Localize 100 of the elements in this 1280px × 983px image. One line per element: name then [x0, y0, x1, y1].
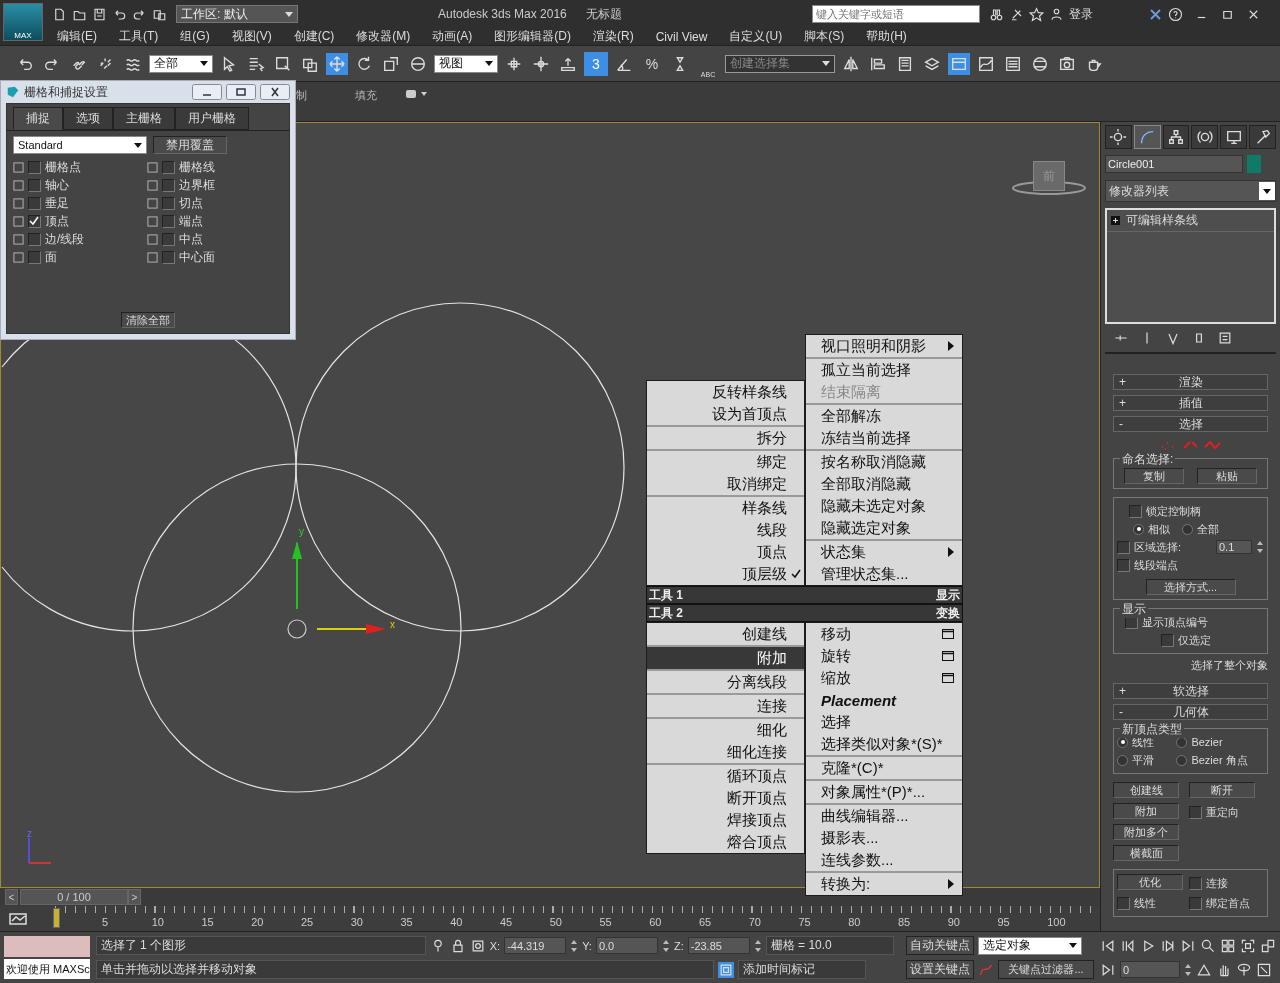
menu-item[interactable]: 脚本(S) — [793, 28, 856, 45]
dialog-tab[interactable]: 用户栅格 — [175, 107, 249, 130]
time-slider-thumb[interactable]: 0 / 100 — [20, 889, 128, 905]
panel-button[interactable]: 附加 — [1113, 803, 1179, 819]
checkbox[interactable] — [1117, 540, 1130, 554]
menu-item[interactable]: 反转样条线 — [647, 381, 804, 403]
curve-toggle-icon[interactable] — [8, 912, 28, 926]
dialog-tab[interactable]: 捕捉 — [13, 107, 63, 130]
new-file-icon[interactable] — [52, 6, 67, 22]
help-icon[interactable] — [1167, 6, 1183, 22]
ribbon-options-icon[interactable] — [405, 88, 429, 100]
coordinate-dropdown[interactable]: 视图 — [434, 54, 498, 73]
rollout-header[interactable]: + 软选择 — [1113, 683, 1268, 699]
checkbox[interactable] — [28, 214, 41, 228]
checkbox[interactable] — [162, 232, 175, 246]
menu-item[interactable]: 编辑(E) — [46, 28, 108, 45]
menu-item[interactable]: 孤立当前选择 — [806, 359, 962, 381]
panel-tab[interactable] — [1105, 125, 1132, 149]
next-frame-icon[interactable] — [1160, 937, 1176, 954]
menu-item[interactable]: 状态集 — [806, 541, 962, 563]
preset-dropdown[interactable]: Standard — [13, 136, 147, 154]
ribbon-toggle-icon[interactable] — [948, 52, 970, 75]
checkbox[interactable] — [162, 196, 175, 210]
key-filters-button[interactable]: 关键点过滤器... — [998, 960, 1094, 979]
panel-button[interactable]: 粘贴 — [1197, 468, 1258, 484]
radio-button[interactable] — [1133, 523, 1144, 535]
menu-item[interactable]: 修改器(M) — [345, 28, 422, 45]
object-name-field[interactable]: Circle001 — [1105, 155, 1243, 173]
zoom-extents-icon[interactable] — [1240, 937, 1256, 954]
time-tag-icon[interactable] — [717, 961, 734, 978]
menu-item[interactable]: 转换为: — [806, 873, 962, 895]
menu-item[interactable]: 熔合顶点 — [647, 831, 804, 853]
menu-item[interactable]: 自定义(U) — [718, 28, 794, 45]
checkbox[interactable] — [162, 214, 175, 228]
checkbox[interactable] — [28, 196, 41, 210]
menu-item[interactable]: 分离线段 — [647, 671, 804, 693]
panel-button[interactable]: 复制 — [1123, 468, 1184, 484]
menu-item[interactable]: 创建线 — [647, 623, 804, 645]
ribbon-tab[interactable]: 填充 — [355, 88, 377, 103]
menu-item[interactable]: 线段 — [647, 519, 804, 541]
orbit-icon[interactable] — [1236, 961, 1252, 978]
menu-item[interactable]: 渲染(R) — [582, 28, 645, 45]
minimize-icon[interactable] — [192, 84, 222, 100]
menu-item[interactable]: 视图(V) — [220, 28, 283, 45]
menu-item[interactable]: 设为首顶点 — [647, 403, 804, 425]
menu-item[interactable]: 缩放 — [806, 667, 962, 689]
radio-button[interactable] — [1117, 754, 1128, 766]
checkbox[interactable] — [1117, 558, 1130, 572]
listener-input[interactable]: 欢迎使用 MAXSc — [4, 959, 90, 979]
rollout-header[interactable]: + 插值 — [1113, 395, 1268, 411]
menu-item[interactable]: 帮助(H) — [855, 28, 918, 45]
radio-button[interactable] — [1117, 736, 1128, 748]
checkbox[interactable] — [162, 160, 175, 174]
checkbox[interactable] — [28, 232, 41, 246]
zoom-all-icon[interactable] — [1220, 937, 1236, 954]
checkbox[interactable] — [162, 178, 175, 192]
menu-item[interactable]: 焊接顶点 — [647, 809, 804, 831]
menu-item[interactable]: 隐藏未选定对象 — [806, 495, 962, 517]
workspace-dropdown[interactable]: 工作区: 默认 — [176, 5, 298, 23]
panel-button[interactable]: 创建线 — [1113, 782, 1179, 798]
binoculars-icon[interactable] — [988, 6, 1004, 22]
menu-item[interactable]: 选择类似对象*(S)* — [806, 733, 962, 755]
rollout-header[interactable]: - 选择 — [1113, 416, 1268, 432]
save-icon[interactable] — [92, 6, 107, 22]
menu-item[interactable]: 管理状态集... — [806, 563, 962, 585]
restore-icon[interactable] — [226, 84, 256, 100]
menu-item[interactable]: 连线参数... — [806, 849, 962, 871]
z-coordinate-field[interactable]: -23.85 — [687, 937, 750, 954]
menu-item[interactable]: 样条线 — [647, 497, 804, 519]
checkbox[interactable] — [28, 250, 41, 264]
menu-item[interactable]: 移动 — [806, 623, 962, 645]
menu-item[interactable]: 对象属性*(P)*... — [806, 781, 962, 803]
move-icon[interactable] — [326, 52, 348, 75]
panel-button[interactable]: 选择方式... — [1145, 579, 1236, 595]
menu-item[interactable]: 视口照明和阴影 — [806, 335, 962, 357]
clear-all-button[interactable]: 清除全部 — [121, 312, 175, 328]
previous-frame-button[interactable]: < — [5, 889, 18, 905]
dialog-tab[interactable]: 选项 — [63, 107, 113, 130]
spinner-field[interactable]: 0.1 — [1216, 540, 1252, 554]
menu-item[interactable]: 循环顶点 — [647, 765, 804, 787]
modifier-list-dropdown[interactable]: 修改器列表 — [1105, 180, 1276, 202]
panel-button[interactable]: 附加多个 — [1113, 824, 1179, 840]
cross-logo-icon[interactable] — [1147, 6, 1163, 22]
panel-button[interactable]: 优化 — [1117, 874, 1183, 890]
menu-item[interactable]: 附加 — [647, 647, 804, 669]
menu-item[interactable]: 工具(T) — [108, 28, 170, 45]
next-frame-button[interactable]: > — [128, 889, 141, 905]
menu-item[interactable]: Civil View — [644, 29, 719, 44]
menu-item[interactable]: 冻结当前选择 — [806, 427, 962, 449]
menu-item[interactable]: 旋转 — [806, 645, 962, 667]
menu-item[interactable]: 顶点 — [647, 541, 804, 563]
rollout-header[interactable]: + 渲染 — [1113, 374, 1268, 390]
spinner-arrows-icon[interactable] — [1256, 540, 1264, 554]
maximize-icon[interactable] — [1256, 961, 1272, 978]
menu-item[interactable]: 按名称取消隐藏 — [806, 451, 962, 473]
add-time-tag[interactable]: 添加时间标记 — [737, 960, 866, 979]
current-frame-field[interactable]: 0 — [1120, 961, 1180, 978]
app-menu-button[interactable]: MAX — [3, 3, 43, 41]
auto-key-button[interactable]: 自动关键点 — [906, 936, 974, 955]
object-color-swatch[interactable] — [1247, 155, 1261, 173]
